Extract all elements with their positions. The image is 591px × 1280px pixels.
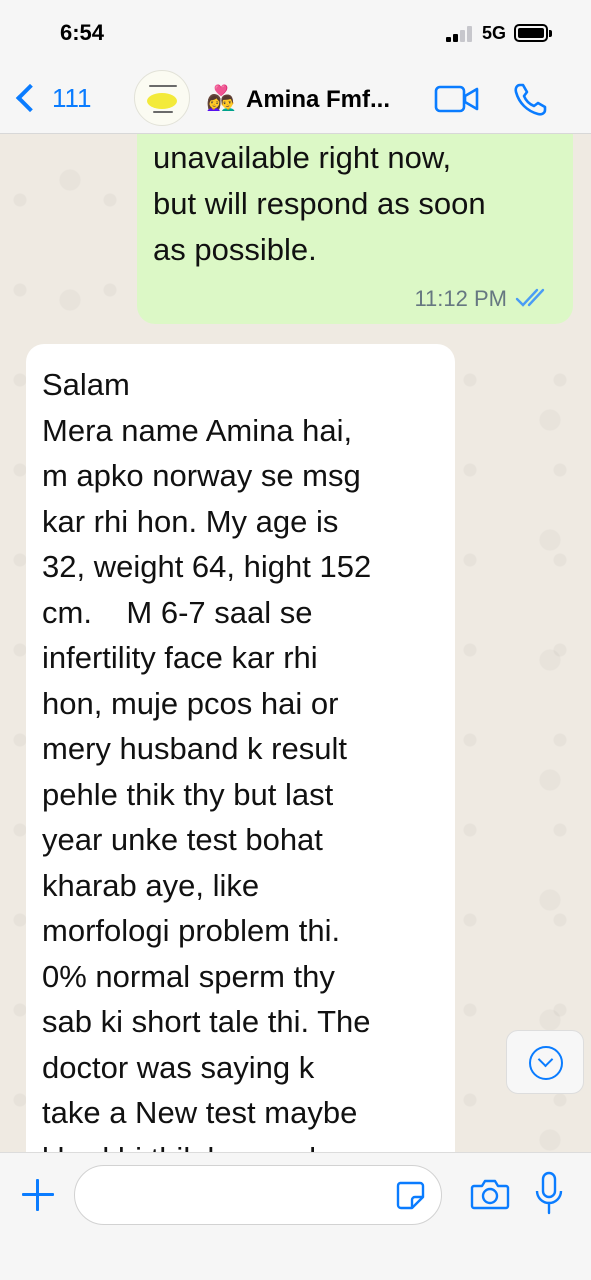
status-bar: 6:54 5G [0,0,591,62]
signal-strength-icon [446,26,474,42]
double-check-read-icon [515,288,545,307]
message-timestamp: 11:12 PM [414,286,507,311]
chevron-left-icon [15,83,45,113]
incoming-message-bubble[interactable]: Salam Mera name Amina hai, m apko norway… [26,344,455,1152]
chat-message-list[interactable]: message. Im unavailable right now, but w… [0,134,591,1152]
network-label: 5G [482,23,507,43]
phone-icon[interactable] [512,82,548,118]
status-time: 6:54 [60,20,105,45]
couple-emoji-icon: 👩‍❤️‍👨 [206,85,236,112]
microphone-icon[interactable] [534,1171,564,1215]
plus-icon[interactable] [22,1179,54,1211]
sticker-icon[interactable] [394,1179,426,1211]
video-camera-icon[interactable] [434,84,480,114]
back-button[interactable]: 111 [12,76,92,120]
chat-header: 111 👩‍❤️‍👨 Amina Fmf... [0,62,591,134]
contact-avatar[interactable] [134,70,190,126]
message-text: Salam Mera name Amina hai, m apko norway… [42,367,372,1152]
battery-icon [514,24,552,42]
message-input[interactable] [74,1165,442,1225]
outgoing-message-bubble[interactable]: message. Im unavailable right now, but w… [137,134,573,324]
scroll-to-bottom-button[interactable] [506,1030,584,1094]
unread-chat-count: 111 [52,82,92,113]
message-composer [0,1152,591,1280]
message-text: message. Im unavailable right now, but w… [153,140,486,267]
camera-icon[interactable] [470,1177,510,1211]
contact-name[interactable]: Amina Fmf... [246,86,390,114]
